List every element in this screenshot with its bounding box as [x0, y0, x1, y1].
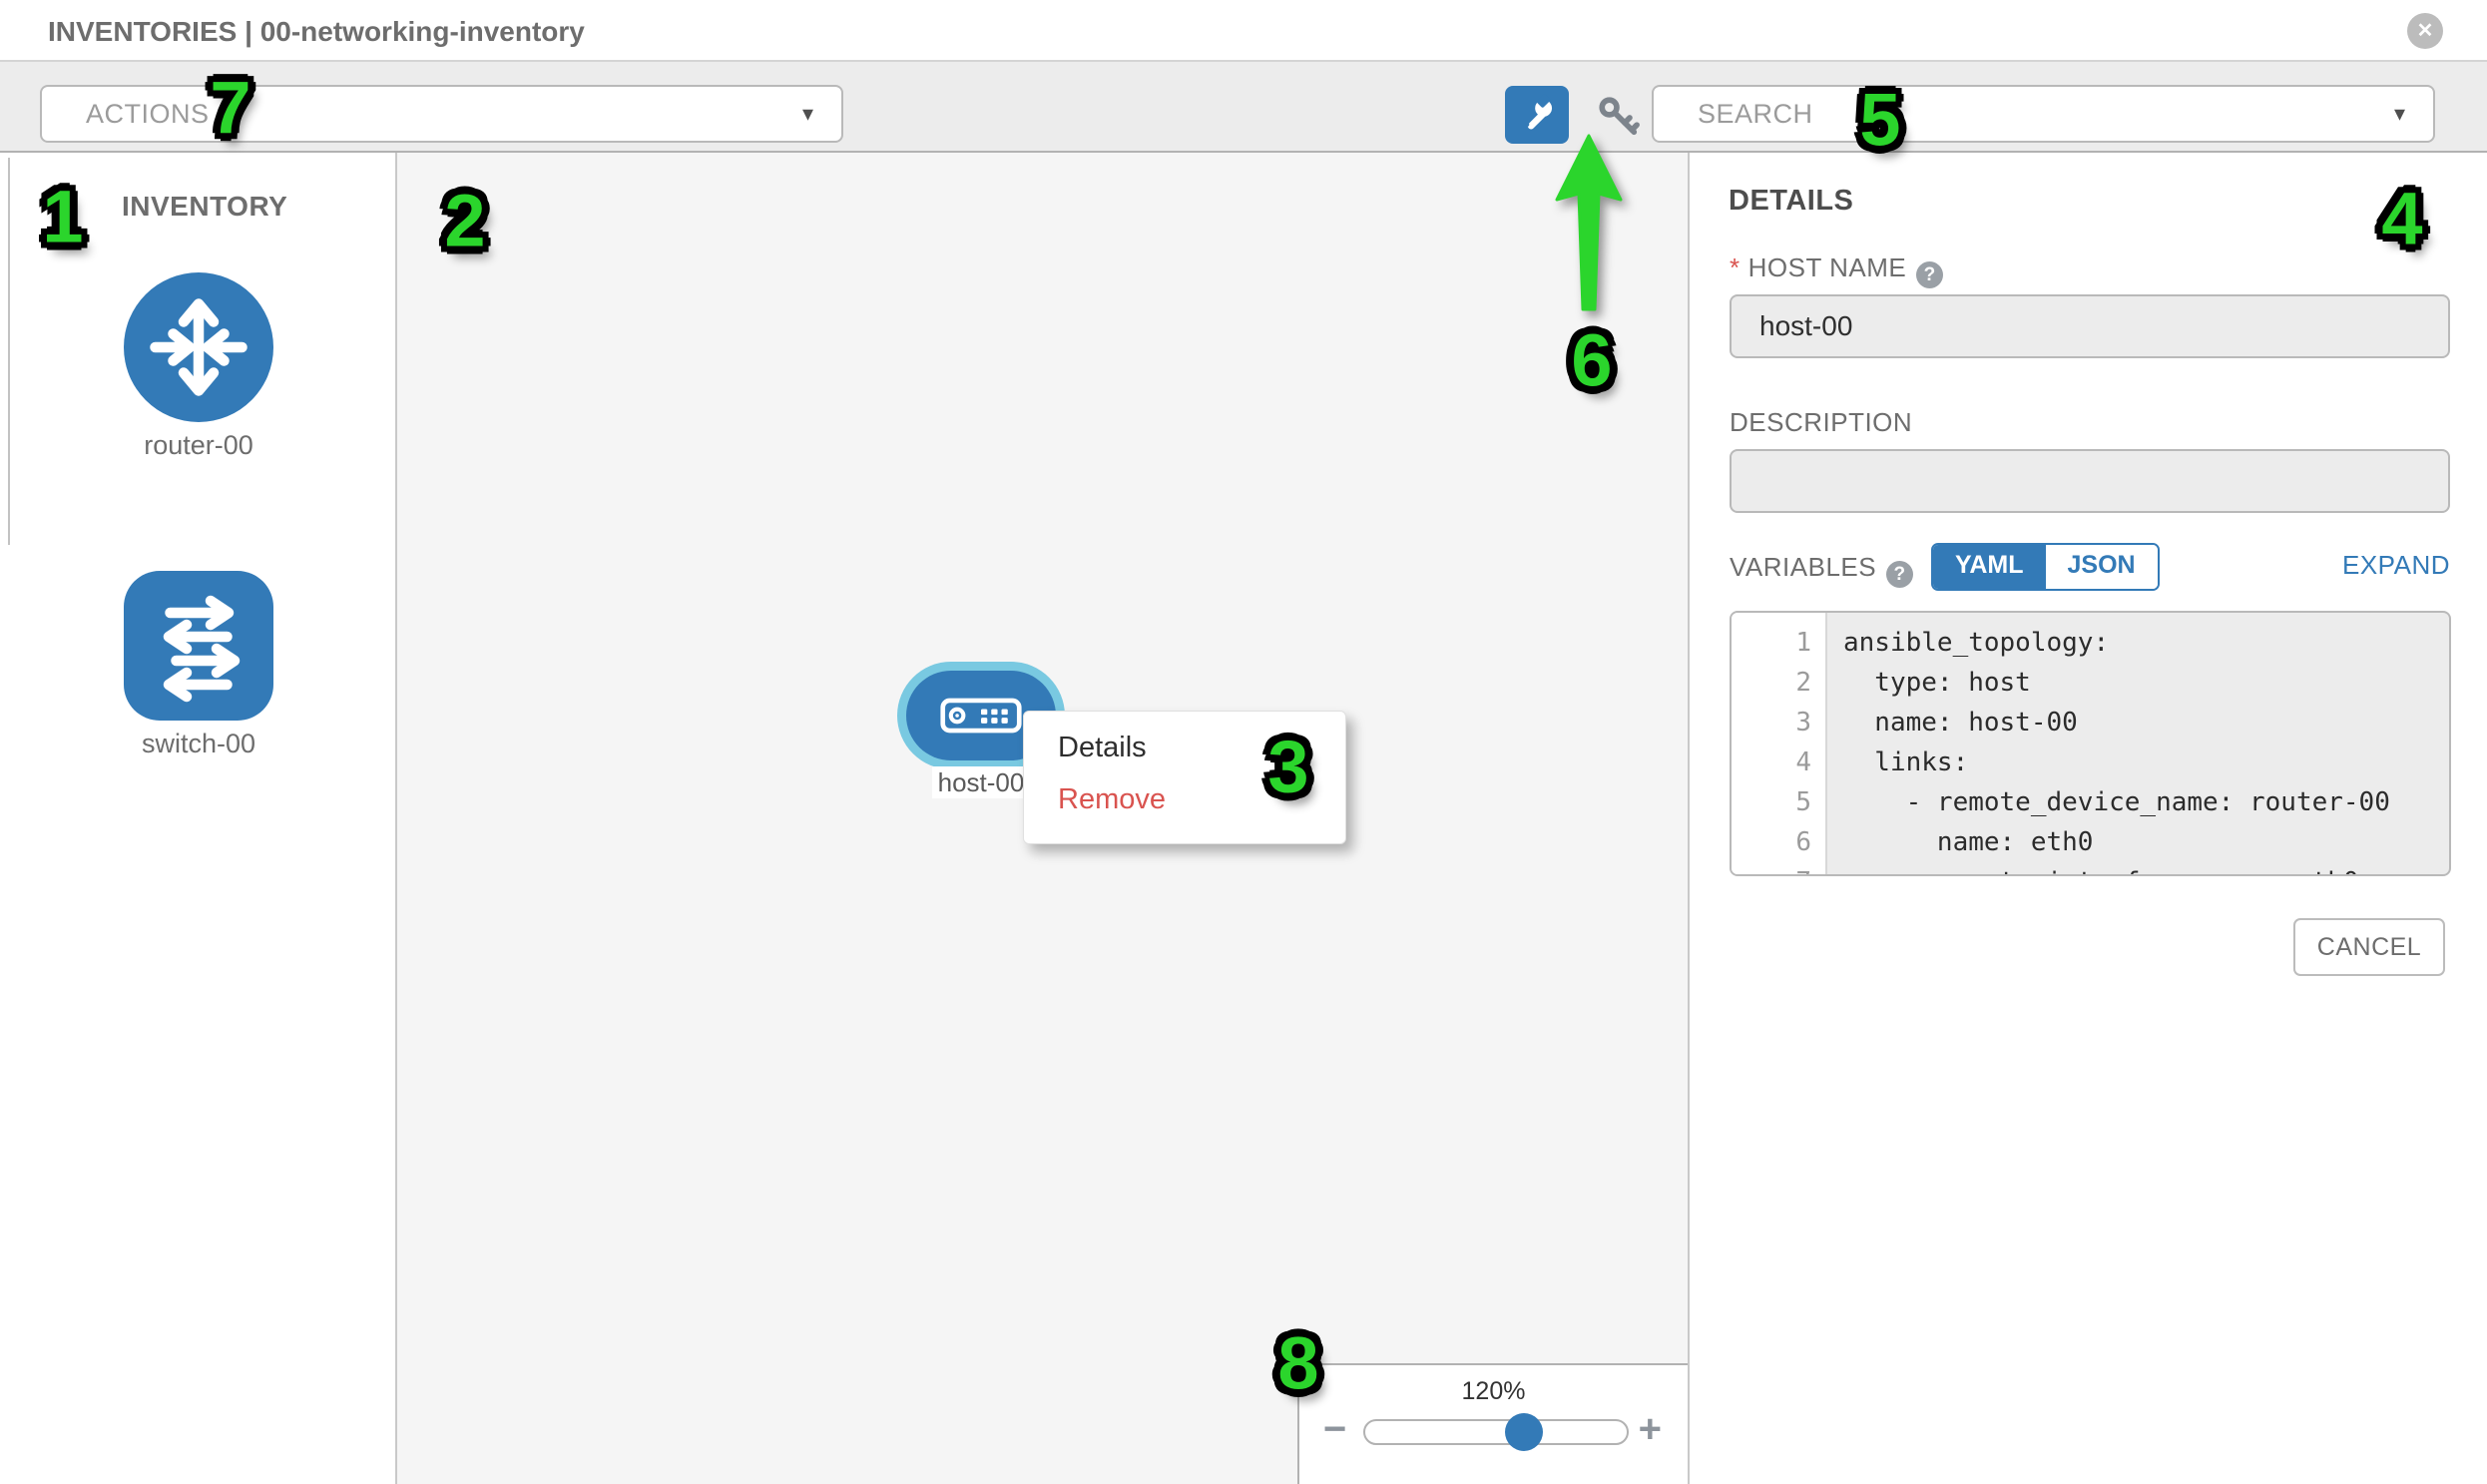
code-line: links:: [1843, 742, 2449, 782]
palette-item-label: switch-00: [124, 729, 273, 759]
inventory-topology-window: INVENTORIES | 00-networking-inventory ✕ …: [0, 0, 2487, 1484]
actions-dropdown[interactable]: ACTIONS ▾: [40, 85, 843, 143]
description-input[interactable]: [1730, 449, 2450, 513]
code-line: remote_interface_name: eth0: [1843, 862, 2449, 876]
variables-label: VARIABLES?: [1730, 552, 1913, 588]
cancel-button[interactable]: CANCEL: [2293, 918, 2445, 976]
required-marker: *: [1730, 252, 1741, 282]
code-line-numbers: 1 2 3 4 5 6 7: [1732, 613, 1827, 874]
zoom-out-button[interactable]: −: [1323, 1407, 1346, 1452]
sidebar-title: INVENTORY: [122, 191, 287, 223]
help-icon[interactable]: ?: [1886, 561, 1913, 588]
actions-dropdown-placeholder: ACTIONS: [86, 87, 210, 141]
variables-format-toggle: YAML JSON: [1931, 543, 2160, 591]
zoom-control-panel: 120% − +: [1297, 1363, 1688, 1484]
zoom-slider[interactable]: [1363, 1419, 1629, 1445]
zoom-in-button[interactable]: +: [1639, 1407, 1662, 1452]
router-icon: [124, 272, 273, 422]
code-line: name: host-00: [1843, 703, 2449, 742]
context-menu: Details Remove: [1023, 711, 1346, 844]
sidebar-edge-line: [8, 158, 10, 545]
wrench-icon: [1505, 93, 1569, 137]
code-line: - remote_device_name: router-00: [1843, 782, 2449, 822]
palette-item-label: router-00: [124, 430, 273, 461]
host-name-label: *HOST NAME?: [1730, 252, 1943, 288]
expand-link[interactable]: EXPAND: [2342, 550, 2450, 581]
details-panel-title: DETAILS: [1729, 185, 1853, 218]
zoom-level-value: 120%: [1299, 1377, 1688, 1406]
code-line: name: eth0: [1843, 822, 2449, 862]
key-icon[interactable]: [1593, 90, 1651, 146]
toolbar: ACTIONS ▾: [0, 62, 2487, 153]
context-menu-item-details[interactable]: Details: [1058, 732, 1147, 764]
variables-code-editor[interactable]: 1 2 3 4 5 6 7 ansible_topology: type: ho…: [1730, 611, 2451, 876]
close-icon[interactable]: ✕: [2407, 13, 2443, 49]
tools-button[interactable]: [1505, 86, 1569, 144]
code-line: type: host: [1843, 663, 2449, 703]
description-label: DESCRIPTION: [1730, 407, 1912, 438]
help-icon[interactable]: ?: [1916, 261, 1943, 288]
context-menu-item-remove[interactable]: Remove: [1058, 783, 1166, 816]
zoom-slider-thumb[interactable]: [1505, 1413, 1543, 1451]
inventory-sidebar: INVENTORY rou: [0, 153, 397, 1484]
search-dropdown-placeholder: SEARCH: [1698, 87, 1813, 141]
chevron-down-icon: ▾: [2394, 87, 2405, 141]
switch-icon: [124, 571, 273, 721]
palette-item-switch[interactable]: switch-00: [124, 571, 273, 759]
topology-canvas[interactable]: host-00 Details Remove 120% − +: [397, 153, 1690, 1484]
search-dropdown[interactable]: SEARCH ▾: [1652, 85, 2435, 143]
code-line: ansible_topology:: [1843, 623, 2449, 663]
format-toggle-json[interactable]: JSON: [2046, 545, 2158, 589]
format-toggle-yaml[interactable]: YAML: [1933, 545, 2046, 589]
details-panel: DETAILS *HOST NAME? DESCRIPTION VARIABLE…: [1690, 153, 2487, 1484]
host-name-input[interactable]: [1730, 294, 2450, 358]
header-bar: INVENTORIES | 00-networking-inventory ✕: [0, 0, 2487, 62]
code-content[interactable]: ansible_topology: type: host name: host-…: [1827, 613, 2449, 874]
chevron-down-icon: ▾: [802, 87, 813, 141]
page-title: INVENTORIES | 00-networking-inventory: [48, 0, 585, 60]
main-area: INVENTORY rou: [0, 153, 2487, 1484]
palette-item-router[interactable]: router-00: [124, 272, 273, 461]
